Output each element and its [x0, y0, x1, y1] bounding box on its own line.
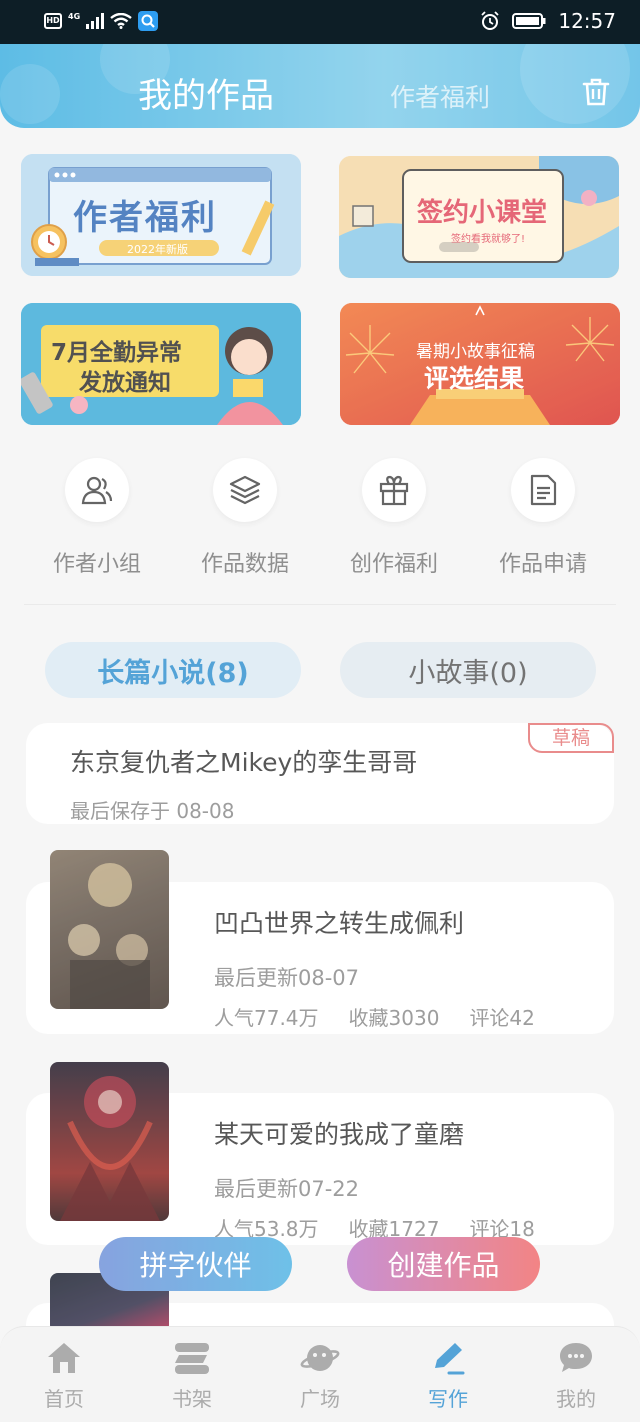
- header-bubble: [520, 44, 630, 124]
- tab-author-welfare[interactable]: 作者福利: [390, 78, 490, 114]
- tab-my-works[interactable]: 我的作品: [138, 68, 274, 117]
- banner-title-line2: 发放通知: [79, 370, 171, 396]
- header-bar: 我的作品 作者福利: [0, 44, 640, 128]
- search-app-icon: [138, 11, 159, 31]
- section-divider: [24, 604, 616, 605]
- signal-icon: [86, 13, 105, 29]
- document-icon: [511, 458, 575, 522]
- work-updated: 最后更新08-07: [214, 966, 360, 990]
- nav-writing[interactable]: 写作: [384, 1337, 512, 1412]
- work-stats: 人气77.4万 收藏3030 评论42: [214, 1002, 535, 1031]
- nav-home-label: 首页: [44, 1387, 84, 1411]
- author-group-label: 作者小组: [52, 552, 141, 577]
- header-bubble: [0, 64, 60, 124]
- banner-title: 作者福利: [73, 198, 217, 238]
- work-application-button[interactable]: 作品申请: [468, 458, 618, 578]
- work-data-label: 作品数据: [200, 552, 289, 577]
- banner-author-welfare[interactable]: 作者福利 2022年新版: [21, 154, 301, 276]
- bookshelf-icon: [128, 1337, 256, 1379]
- nav-home[interactable]: 首页: [0, 1337, 128, 1412]
- clock: 12:57: [558, 9, 616, 33]
- work-data-button[interactable]: 作品数据: [170, 458, 320, 578]
- nav-writing-label: 写作: [428, 1387, 468, 1411]
- bottom-nav: 首页 书架 广场 写作 我的: [0, 1326, 640, 1422]
- chat-icon: [512, 1337, 640, 1379]
- banner-title: 签约小课堂: [417, 198, 548, 228]
- network-type: 4G: [68, 11, 81, 21]
- banner-signing-class[interactable]: 签约小课堂 签约看我就够了!: [339, 156, 619, 278]
- banner-title-line1: 7月全勤异常: [51, 340, 183, 366]
- draft-saved-time: 最后保存于 08-08: [70, 799, 235, 823]
- tab-short-stories[interactable]: 小故事(0): [340, 642, 596, 698]
- nav-bookshelf-label: 书架: [172, 1387, 212, 1411]
- nav-mine[interactable]: 我的: [512, 1337, 640, 1412]
- nav-bookshelf[interactable]: 书架: [128, 1337, 256, 1412]
- work-title: 凹凸世界之转生成佩利: [214, 909, 465, 938]
- banner-title-line2: 评选结果: [424, 364, 525, 393]
- work-cover-image[interactable]: [50, 850, 169, 1009]
- work-cover-image[interactable]: [50, 1062, 169, 1221]
- gift-icon: [362, 458, 426, 522]
- nav-plaza-label: 广场: [300, 1387, 340, 1411]
- draft-title: 东京复仇者之Mikey的孪生哥哥: [70, 748, 418, 777]
- author-group-button[interactable]: 作者小组: [22, 458, 172, 578]
- work-application-label: 作品申请: [498, 552, 587, 577]
- group-icon: [65, 458, 129, 522]
- planet-icon: [256, 1337, 384, 1379]
- trash-icon[interactable]: [580, 76, 612, 108]
- battery-icon: [512, 13, 546, 29]
- banner-subtitle: 2022年新版: [127, 243, 188, 256]
- creation-welfare-button[interactable]: 创作福利: [319, 458, 469, 578]
- work-title: 某天可爱的我成了童磨: [214, 1120, 465, 1149]
- banner-attendance-notice[interactable]: 7月全勤异常 发放通知: [21, 303, 301, 425]
- work-comments: 评论42: [469, 1006, 535, 1030]
- create-work-button[interactable]: 创建作品: [347, 1237, 540, 1291]
- nav-plaza[interactable]: 广场: [256, 1337, 384, 1412]
- work-updated: 最后更新07-22: [214, 1177, 360, 1201]
- wifi-icon: [110, 13, 132, 29]
- tab-long-novels[interactable]: 长篇小说(8): [45, 642, 301, 698]
- alarm-icon: [481, 11, 499, 30]
- writing-partner-button[interactable]: 拼字伙伴: [99, 1237, 292, 1291]
- draft-badge: 草稿: [528, 723, 614, 753]
- banner-summer-story-results[interactable]: 暑期小故事征稿 评选结果: [340, 303, 620, 425]
- pen-icon: [384, 1337, 512, 1379]
- work-popularity: 人气77.4万: [214, 1006, 319, 1030]
- hd-badge: HD: [44, 13, 62, 29]
- status-bar: HD 4G 12:57: [0, 0, 640, 44]
- nav-mine-label: 我的: [556, 1387, 596, 1411]
- home-icon: [0, 1337, 128, 1379]
- draft-work-card[interactable]: 东京复仇者之Mikey的孪生哥哥 最后保存于 08-08 草稿: [26, 723, 614, 824]
- layers-icon: [213, 458, 277, 522]
- banner-subtitle: 签约看我就够了!: [451, 234, 526, 245]
- work-favorites: 收藏3030: [348, 1006, 440, 1030]
- creation-welfare-label: 创作福利: [349, 552, 438, 577]
